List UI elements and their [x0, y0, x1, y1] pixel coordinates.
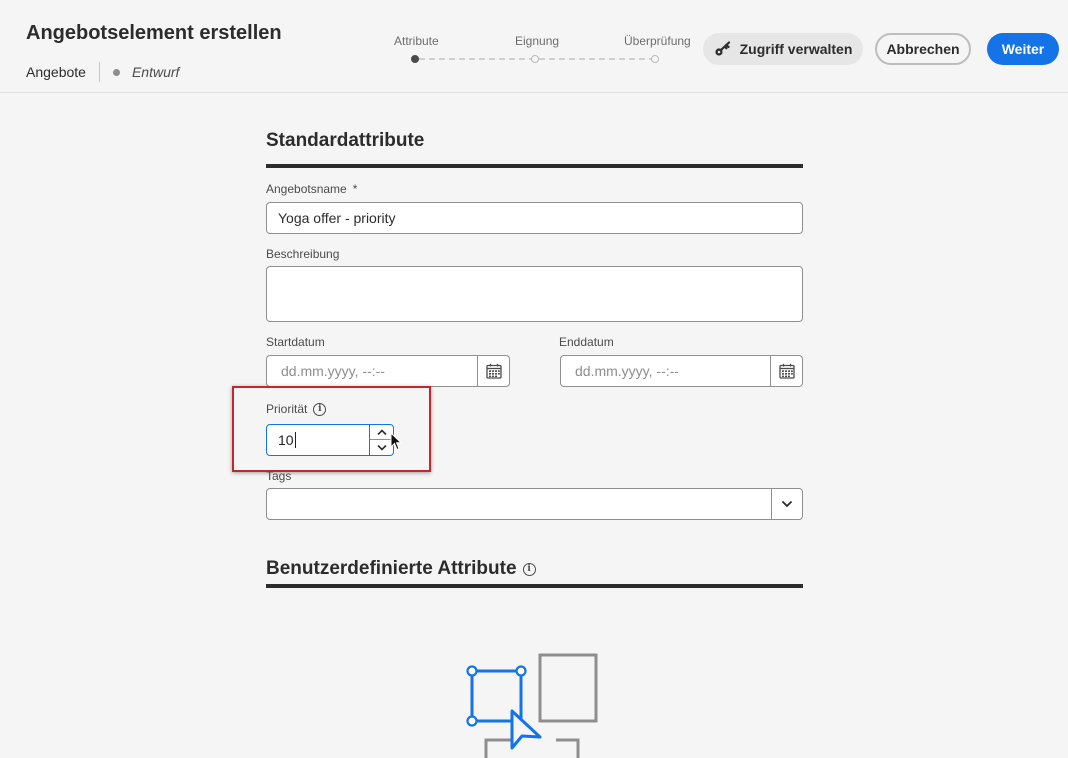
chevron-down-icon: [781, 500, 793, 508]
standard-attributes-heading: Standardattribute: [266, 130, 425, 151]
step-eligibility-dot: [531, 55, 539, 63]
status-badge: Entwurf: [131, 64, 180, 80]
start-date-label: Startdatum: [266, 335, 325, 349]
empty-state-illustration: [466, 653, 598, 758]
wizard-stepper: Attribute Eignung Überprüfung: [394, 34, 694, 64]
key-icon: [714, 41, 730, 56]
description-textarea[interactable]: [266, 266, 803, 322]
custom-attributes-title: Benutzerdefinierte Attribute: [266, 558, 517, 579]
priority-input[interactable]: 10: [266, 424, 370, 456]
manage-access-button[interactable]: Zugriff verwalten: [703, 33, 863, 65]
tags-dropdown-button[interactable]: [771, 489, 802, 519]
cancel-button[interactable]: Abbrechen: [875, 33, 971, 65]
step-eligibility-label: Eignung: [515, 34, 560, 48]
calendar-icon: [485, 363, 502, 379]
breadcrumb: Angebote Entwurf: [26, 62, 179, 82]
section-divider: [266, 584, 803, 588]
info-icon[interactable]: i: [313, 402, 327, 416]
status-dot-icon: [112, 68, 120, 76]
end-date-label: Enddatum: [559, 335, 614, 349]
end-date-placeholder: dd.mm.yyyy, --:--: [575, 363, 679, 379]
text-caret: [294, 432, 296, 448]
offer-name-input[interactable]: Yoga offer - priority: [266, 202, 803, 234]
page-title: Angebotselement erstellen: [26, 22, 282, 44]
tags-label: Tags: [266, 469, 292, 483]
breadcrumb-offers-link[interactable]: Angebote: [26, 64, 86, 80]
priority-value: 10: [278, 432, 294, 448]
end-date-input[interactable]: dd.mm.yyyy, --:--: [560, 355, 803, 387]
section-divider: [266, 164, 803, 168]
priority-label: Priorität i: [266, 402, 327, 416]
step-attributes-label: Attribute: [394, 34, 439, 48]
calendar-icon: [778, 363, 795, 379]
priority-label-text: Priorität: [266, 402, 308, 416]
breadcrumb-divider: [98, 62, 100, 82]
step-attributes-dot: [411, 55, 419, 63]
step-review-label: Überprüfung: [624, 34, 691, 48]
required-asterisk: *: [352, 182, 358, 196]
manage-access-label: Zugriff verwalten: [739, 41, 853, 57]
start-date-input[interactable]: dd.mm.yyyy, --:--: [266, 355, 510, 387]
step-review-dot: [651, 55, 659, 63]
mouse-cursor-icon: [390, 432, 402, 451]
next-button[interactable]: Weiter: [987, 33, 1059, 65]
offer-name-label: Angebotsname *: [266, 182, 357, 196]
start-date-placeholder: dd.mm.yyyy, --:--: [281, 363, 385, 379]
description-label: Beschreibung: [266, 247, 340, 261]
chevron-up-icon: [376, 428, 387, 435]
custom-attributes-heading: Benutzerdefinierte Attribute i: [266, 558, 536, 580]
offer-name-label-text: Angebotsname: [266, 182, 347, 196]
info-icon[interactable]: i: [522, 562, 536, 576]
end-date-calendar-button[interactable]: [770, 356, 802, 386]
start-date-calendar-button[interactable]: [477, 356, 509, 386]
header: Angebotselement erstellen Angebote Entwu…: [0, 0, 1068, 93]
tags-select[interactable]: [266, 488, 803, 520]
chevron-down-icon: [376, 444, 387, 451]
